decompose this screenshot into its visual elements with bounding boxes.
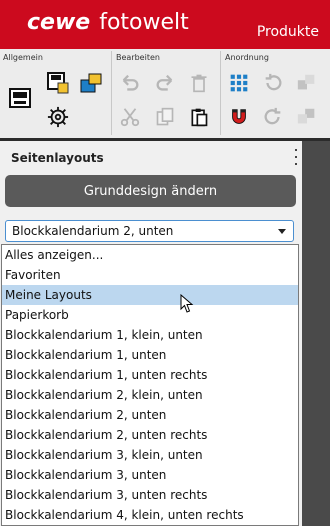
app-header: cewe fotowelt Produkte [0, 0, 330, 49]
dropdown-option[interactable]: Alles anzeigen... [2, 245, 298, 265]
rotate-left-icon[interactable] [260, 70, 286, 96]
dropdown-option[interactable]: Papierkorb [2, 305, 298, 325]
toolbar-divider [220, 51, 221, 135]
redo-icon[interactable] [152, 70, 178, 96]
change-base-design-button[interactable]: Grunddesign ändern [5, 175, 296, 207]
dropdown-option[interactable]: Meine Layouts [2, 285, 298, 305]
products-menu[interactable]: Produkte [257, 24, 319, 40]
dropdown-option[interactable]: Blockkalendarium 2, unten [2, 405, 298, 425]
group-label-anordnung: Anordnung [225, 53, 269, 62]
export-icon[interactable] [78, 70, 104, 96]
cut-scissors-icon[interactable] [117, 104, 143, 130]
undo-icon[interactable] [117, 70, 143, 96]
dropdown-option[interactable]: Blockkalendarium 1, unten [2, 345, 298, 365]
layout-category-select[interactable]: Blockkalendarium 2, unten [5, 220, 294, 242]
group-label-allgemein: Allgemein [3, 53, 43, 62]
chevron-down-icon[interactable] [278, 229, 286, 234]
dropdown-option[interactable]: Blockkalendarium 3, unten [2, 465, 298, 485]
app-name: fotowelt [99, 10, 189, 35]
toolbar: Allgemein Bearbeiten Anordnung [0, 49, 330, 141]
canvas-area [302, 141, 330, 526]
copy-icon[interactable] [152, 104, 178, 130]
panel-options-icon[interactable] [295, 149, 299, 165]
send-backward-icon[interactable] [294, 104, 320, 130]
dropdown-option[interactable]: Blockkalendarium 1, klein, unten [2, 325, 298, 345]
mouse-cursor-icon [180, 293, 194, 318]
grid-icon[interactable] [226, 70, 252, 96]
bring-forward-icon[interactable] [294, 70, 320, 96]
magnet-icon[interactable] [226, 104, 252, 130]
dropdown-option[interactable]: Favoriten [2, 265, 298, 285]
project-icon[interactable] [7, 85, 33, 111]
delete-trash-icon[interactable] [186, 70, 212, 96]
brand-name: cewe [27, 10, 91, 35]
dropdown-option[interactable]: Blockkalendarium 3, unten rechts [2, 485, 298, 505]
layout-dropdown-list: Alles anzeigen... Favoriten Meine Layouts P… [1, 244, 299, 526]
dropdown-option[interactable]: Blockkalendarium 3, klein, unten [2, 445, 298, 465]
paste-clipboard-icon[interactable] [186, 104, 212, 130]
group-label-bearbeiten: Bearbeiten [116, 53, 160, 62]
toolbar-divider [111, 51, 112, 135]
save-icon[interactable] [45, 70, 71, 96]
dropdown-option[interactable]: Blockkalendarium 2, klein, unten [2, 385, 298, 405]
rotate-right-icon[interactable] [260, 104, 286, 130]
panel-title: Seitenlayouts [11, 151, 104, 165]
settings-gear-icon[interactable] [45, 104, 71, 130]
app-logo: cewe fotowelt [27, 10, 189, 35]
dropdown-option[interactable]: Blockkalendarium 1, unten rechts [2, 365, 298, 385]
dropdown-option[interactable]: Blockkalendarium 2, unten rechts [2, 425, 298, 445]
dropdown-option[interactable]: Blockkalendarium 4, klein, unten rechts [2, 505, 298, 525]
select-value: Blockkalendarium 2, unten [12, 224, 174, 238]
